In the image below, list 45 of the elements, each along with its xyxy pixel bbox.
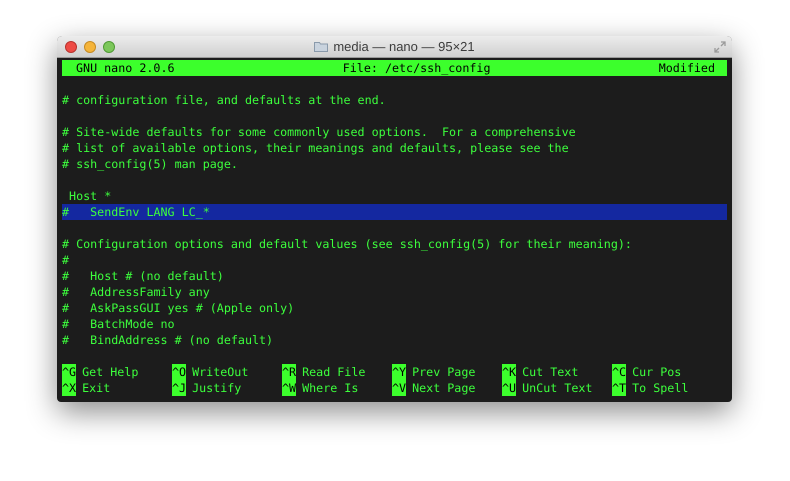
fullscreen-icon[interactable] xyxy=(714,41,726,53)
shortcut-label[interactable]: Get Help xyxy=(82,364,138,380)
config-line: # ssh_config(5) man page. xyxy=(62,157,238,171)
shortcut-label[interactable]: Where Is xyxy=(302,380,358,396)
app-version: GNU nano 2.0.6 xyxy=(76,60,175,76)
shortcut-key: ^U xyxy=(502,380,516,396)
shortcut-key: ^K xyxy=(502,364,516,380)
config-line: # AddressFamily any xyxy=(62,285,210,299)
config-line: # Site-wide defaults for some commonly used options. For a comprehensive xyxy=(62,125,576,139)
shortcut-key: ^J xyxy=(172,380,186,396)
shortcut-label[interactable]: Cur Pos xyxy=(632,364,682,380)
config-line: # BatchMode no xyxy=(62,317,175,331)
window-title: media — nano — 95×21 xyxy=(333,38,475,56)
shortcut-label[interactable]: WriteOut xyxy=(192,364,248,380)
minimize-icon[interactable] xyxy=(84,41,96,53)
config-line: # Host # (no default) xyxy=(62,269,224,283)
config-line: # Configuration options and default values (see ssh_config(5) for their meaning): xyxy=(62,237,632,251)
config-line: # BindAddress # (no default) xyxy=(62,333,274,347)
config-line: # configuration file, and defaults at the end. xyxy=(62,93,386,107)
file-name: File: /etc/ssh_config xyxy=(342,60,490,76)
shortcut-key: ^G xyxy=(62,364,76,380)
config-line: # AskPassGUI yes # (Apple only) xyxy=(62,301,294,315)
config-line: Host * xyxy=(68,189,112,203)
shortcut-label[interactable]: Exit xyxy=(82,380,110,396)
config-line: # xyxy=(62,253,70,267)
shortcut-label[interactable]: UnCut Text xyxy=(522,380,592,396)
shortcut-label[interactable]: Next Page xyxy=(412,380,476,396)
shortcut-key: ^T xyxy=(612,380,626,396)
shortcut-label[interactable]: Cut Text xyxy=(522,364,578,380)
shortcut-key: ^O xyxy=(172,364,186,380)
shortcut-key: ^R xyxy=(282,364,296,380)
shortcut-label[interactable]: Justify xyxy=(192,380,242,396)
shortcut-label[interactable]: To Spell xyxy=(632,380,688,396)
folder-icon xyxy=(314,41,328,52)
shortcut-key: ^C xyxy=(612,364,626,380)
modified-status: Modified xyxy=(658,60,715,76)
shortcut-label[interactable]: Read File xyxy=(302,364,366,380)
shortcut-key: ^Y xyxy=(392,364,406,380)
shortcut-key: ^X xyxy=(62,380,76,396)
close-icon[interactable] xyxy=(65,41,77,53)
config-line: # list of available options, their meanings and defaults, please see the xyxy=(62,141,569,155)
shortcut-key: ^W xyxy=(282,380,296,396)
shortcut-label[interactable]: Prev Page xyxy=(412,364,476,380)
shortcut-key: ^V xyxy=(392,380,406,396)
zoom-icon[interactable] xyxy=(103,41,115,53)
